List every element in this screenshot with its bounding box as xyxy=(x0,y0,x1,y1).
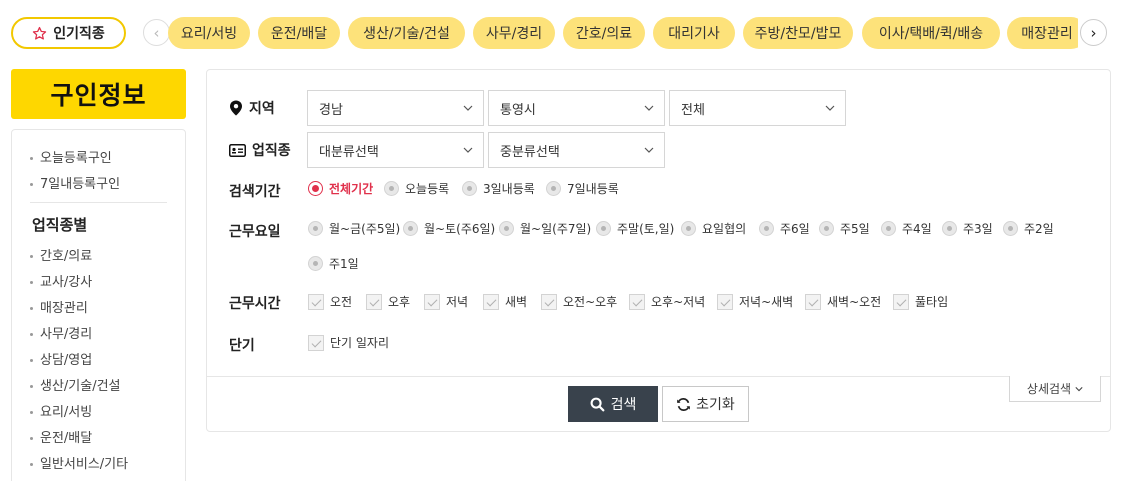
sidebar-menu: 오늘등록구인 7일내등록구인 업직종별 간호/의료 교사/강사 매장관리 사무/… xyxy=(11,129,186,481)
workday-option[interactable]: 요일협의 xyxy=(681,220,746,237)
workday-option[interactable]: 월~일(주7일) xyxy=(499,220,591,237)
period-option[interactable]: 오늘등록 xyxy=(384,180,449,197)
chevron-down-icon xyxy=(644,147,654,153)
sub-category-select[interactable]: 중분류선택 xyxy=(488,132,665,168)
region-label: 지역 xyxy=(229,98,275,118)
worktime-label: 근무시간 xyxy=(229,296,281,312)
search-icon xyxy=(590,397,605,411)
workday-option[interactable]: 주4일 xyxy=(881,220,932,237)
sidebar-item-category[interactable]: 요리/서빙 xyxy=(30,401,92,420)
workday-option[interactable]: 주말(토,일) xyxy=(596,220,674,237)
sidebar-item-category[interactable]: 매장관리 xyxy=(30,297,88,316)
star-icon xyxy=(33,26,47,40)
city-select[interactable]: 통영시 xyxy=(488,90,665,126)
search-button[interactable]: 검색 xyxy=(568,386,658,422)
sidebar-item-week[interactable]: 7일내등록구인 xyxy=(30,173,120,192)
detail-search-button[interactable]: 상세검색 xyxy=(1009,376,1101,402)
search-panel: 지역 경남 통영시 전체 업직종 대분류선택 중분류선택 검색기간 전체기간 오… xyxy=(206,69,1111,432)
shortterm-option[interactable]: 단기 일자리 xyxy=(308,334,389,351)
main-category-select[interactable]: 대분류선택 xyxy=(307,132,484,168)
period-option[interactable]: 7일내등록 xyxy=(546,180,619,197)
worktime-option[interactable]: 새벽~오전 xyxy=(805,293,881,310)
sidebar-item-category[interactable]: 사무/경리 xyxy=(30,323,92,342)
workday-option[interactable]: 주6일 xyxy=(759,220,810,237)
workday-option[interactable]: 월~토(주6일) xyxy=(403,220,495,237)
chevron-right-icon[interactable]: › xyxy=(1080,19,1107,46)
chevron-down-icon xyxy=(825,105,835,111)
panel-divider xyxy=(207,376,1110,377)
id-card-icon xyxy=(229,143,246,157)
category-chip[interactable]: 요리/서빙 xyxy=(168,17,250,49)
category-chip[interactable]: 매장관리 xyxy=(1007,17,1078,49)
sidebar-title[interactable]: 구인정보 xyxy=(11,69,186,119)
sidebar-item-category[interactable]: 생산/기술/건설 xyxy=(30,375,121,394)
category-chip[interactable]: 사무/경리 xyxy=(473,17,555,49)
workday-option[interactable]: 주3일 xyxy=(942,220,993,237)
worktime-option[interactable]: 오후~저녁 xyxy=(629,293,705,310)
worktime-option[interactable]: 풀타임 xyxy=(893,293,948,310)
period-option[interactable]: 3일내등록 xyxy=(462,180,535,197)
worktime-option[interactable]: 새벽 xyxy=(483,293,527,310)
sidebar-divider xyxy=(30,202,167,203)
category-chip[interactable]: 생산/기술/건설 xyxy=(348,17,465,49)
chevron-left-icon[interactable]: ‹ xyxy=(143,19,170,46)
popular-jobs-button[interactable]: 인기직종 xyxy=(11,17,126,49)
workday-option[interactable]: 주1일 xyxy=(308,255,359,272)
worktime-option[interactable]: 저녁~새벽 xyxy=(717,293,793,310)
category-chip[interactable]: 이사/택배/퀵/배송 xyxy=(862,17,1000,49)
period-label: 검색기간 xyxy=(229,184,281,200)
sidebar-item-category[interactable]: 일반서비스/기타 xyxy=(30,453,128,472)
category-chip[interactable]: 간호/의료 xyxy=(563,17,645,49)
category-chip[interactable]: 주방/찬모/밥모 xyxy=(743,17,853,49)
chevron-down-icon xyxy=(463,147,473,153)
province-select[interactable]: 경남 xyxy=(307,90,484,126)
worktime-option[interactable]: 저녁 xyxy=(424,293,468,310)
sidebar-item-category[interactable]: 상담/영업 xyxy=(30,349,92,368)
sidebar-item-today[interactable]: 오늘등록구인 xyxy=(30,147,112,166)
workday-option[interactable]: 월~금(주5일) xyxy=(308,220,400,237)
worktime-option[interactable]: 오후 xyxy=(366,293,410,310)
workday-option[interactable]: 주5일 xyxy=(819,220,870,237)
worktime-option[interactable]: 오전~오후 xyxy=(541,293,617,310)
district-select[interactable]: 전체 xyxy=(669,90,846,126)
shortterm-label: 단기 xyxy=(229,338,255,354)
category-chip[interactable]: 대리기사 xyxy=(653,17,735,49)
category-chip[interactable]: 운전/배달 xyxy=(258,17,340,49)
job-type-label: 업직종 xyxy=(229,140,291,160)
popular-jobs-label: 인기직종 xyxy=(53,26,105,42)
chevron-down-icon xyxy=(1075,386,1083,391)
chevron-down-icon xyxy=(644,105,654,111)
category-chip-list: 요리/서빙 운전/배달 생산/기술/건설 사무/경리 간호/의료 대리기사 주방… xyxy=(168,17,1078,49)
sidebar-heading: 업직종별 xyxy=(32,216,88,234)
worktime-option[interactable]: 오전 xyxy=(308,293,352,310)
workdays-label: 근무요일 xyxy=(229,224,281,240)
refresh-icon xyxy=(677,397,691,411)
sidebar-item-category[interactable]: 운전/배달 xyxy=(30,427,92,446)
sidebar-item-category[interactable]: 교사/강사 xyxy=(30,271,92,290)
chevron-down-icon xyxy=(463,105,473,111)
category-bar: 인기직종 ‹ 요리/서빙 운전/배달 생산/기술/건설 사무/경리 간호/의료 … xyxy=(0,0,1125,66)
workday-option[interactable]: 주2일 xyxy=(1003,220,1054,237)
sidebar-item-category[interactable]: 간호/의료 xyxy=(30,245,92,264)
period-option-all[interactable]: 전체기간 xyxy=(308,180,373,197)
map-pin-icon xyxy=(230,100,242,116)
reset-button[interactable]: 초기화 xyxy=(662,386,749,422)
